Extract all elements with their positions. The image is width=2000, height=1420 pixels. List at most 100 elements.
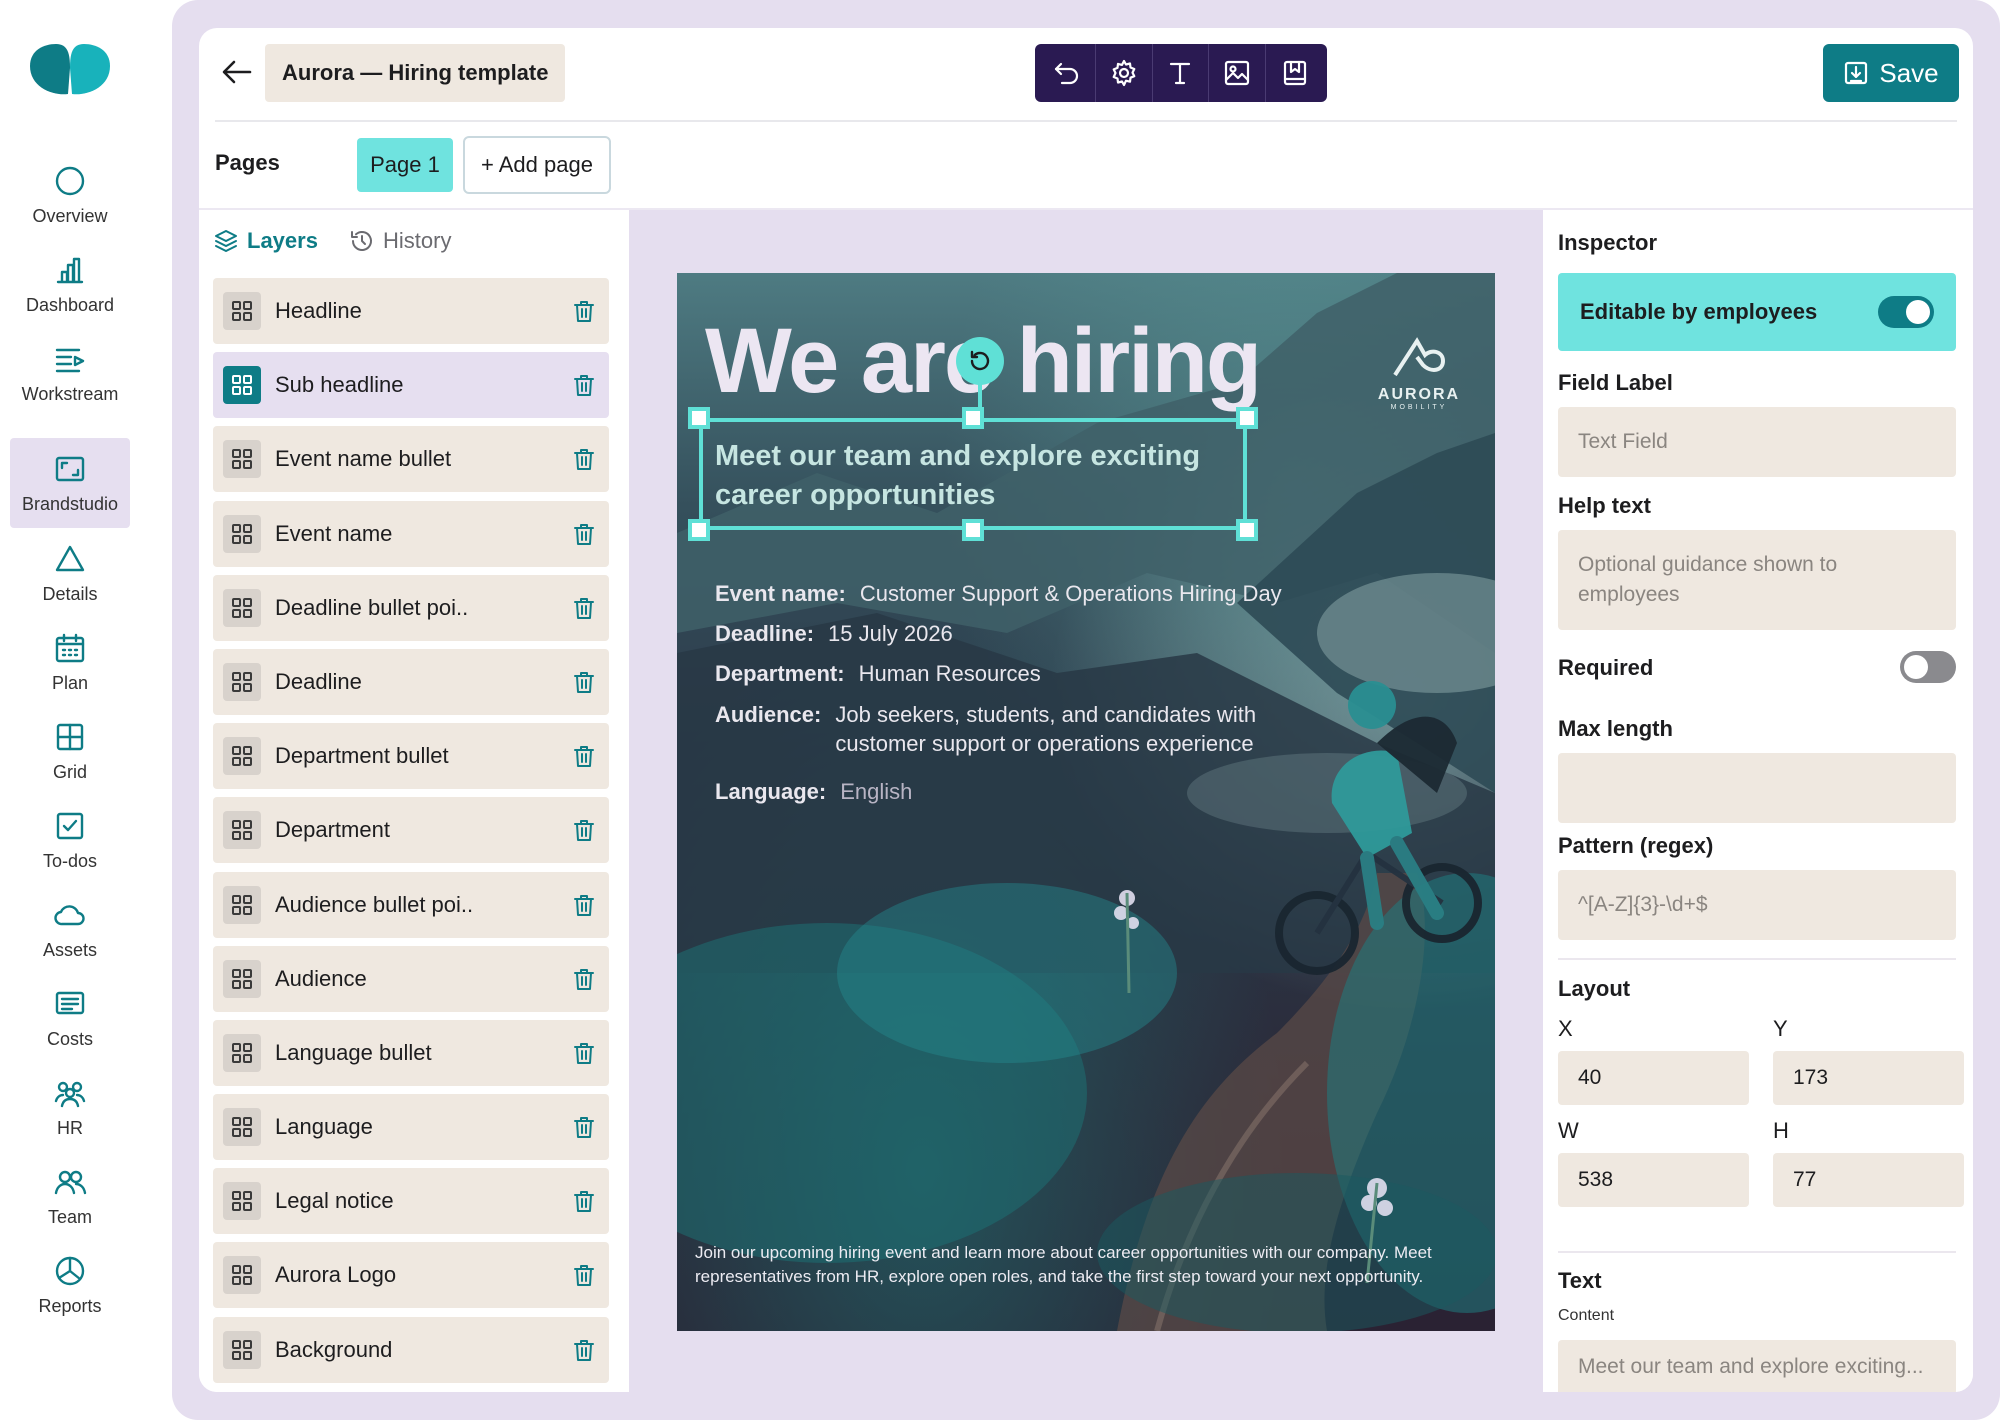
layer-item[interactable]: Headline bbox=[213, 278, 609, 344]
arrow-left-icon bbox=[222, 60, 252, 84]
brand-kit-button[interactable] bbox=[1266, 44, 1323, 102]
x-input[interactable]: 40 bbox=[1558, 1051, 1749, 1105]
trash-icon bbox=[574, 671, 594, 693]
poster-audience-row[interactable]: Audience: Job seekers, students, and cand… bbox=[715, 700, 1275, 758]
template-title[interactable]: Aurora — Hiring template bbox=[265, 44, 566, 102]
y-input[interactable]: 173 bbox=[1773, 1051, 1964, 1105]
nav-workstream[interactable]: Workstream bbox=[10, 328, 130, 418]
aurora-logo[interactable]: AURORA MOBILITY bbox=[1369, 335, 1469, 411]
inspector-title: Inspector bbox=[1558, 230, 1658, 255]
layer-item[interactable]: Legal notice bbox=[213, 1168, 609, 1235]
delete-layer-button[interactable] bbox=[569, 667, 599, 697]
rotate-handle[interactable] bbox=[956, 337, 1004, 385]
poster-language-row[interactable]: Language: English bbox=[715, 777, 912, 806]
poster-department-row[interactable]: Department: Human Resources bbox=[715, 659, 1041, 688]
pattern-input[interactable]: ^[A-Z]{3}-\d+$ bbox=[1558, 870, 1956, 940]
delete-layer-button[interactable] bbox=[569, 1260, 599, 1290]
nav-hr[interactable]: HR bbox=[10, 1062, 130, 1152]
delete-layer-button[interactable] bbox=[569, 1112, 599, 1142]
layer-type-icon bbox=[223, 1033, 261, 1072]
layer-item[interactable]: Deadline bullet poi.. bbox=[213, 574, 609, 641]
field-label-title: Field Label bbox=[1558, 370, 1673, 395]
layer-item[interactable]: Language bbox=[213, 1094, 609, 1161]
delete-layer-button[interactable] bbox=[569, 1186, 599, 1216]
h-input[interactable]: 77 bbox=[1773, 1153, 1964, 1207]
resize-handle-bottom[interactable] bbox=[962, 519, 984, 541]
resize-handle-bottom-left[interactable] bbox=[688, 519, 710, 541]
delete-layer-button[interactable] bbox=[569, 444, 599, 474]
resize-handle-top[interactable] bbox=[962, 407, 984, 429]
tab-history[interactable]: History bbox=[349, 228, 451, 254]
image-tool-button[interactable] bbox=[1209, 44, 1267, 102]
tab-layers[interactable]: Layers bbox=[213, 228, 318, 254]
nav-label: To-dos bbox=[42, 850, 98, 871]
event-name-bullet: Event name: bbox=[715, 581, 846, 606]
save-button[interactable]: Save bbox=[1823, 44, 1959, 102]
nav-reports[interactable]: Reports bbox=[10, 1240, 130, 1330]
back-button[interactable] bbox=[217, 52, 257, 92]
nav-overview[interactable]: Overview bbox=[10, 150, 130, 240]
delete-layer-button[interactable] bbox=[569, 890, 599, 920]
delete-layer-button[interactable] bbox=[569, 741, 599, 771]
delete-layer-button[interactable] bbox=[569, 593, 599, 623]
poster-deadline-row[interactable]: Deadline: 15 July 2026 bbox=[715, 619, 953, 648]
undo-button[interactable] bbox=[1039, 44, 1096, 102]
nav-label: Reports bbox=[38, 1295, 102, 1316]
pie-icon bbox=[55, 1256, 85, 1285]
delete-layer-button[interactable] bbox=[569, 519, 599, 549]
delete-layer-button[interactable] bbox=[569, 370, 599, 400]
layer-item[interactable]: Department bbox=[213, 797, 609, 864]
help-text-input[interactable]: Optional guidance shown to employees bbox=[1558, 530, 1956, 630]
w-label: W bbox=[1558, 1118, 1579, 1143]
trash-icon bbox=[574, 597, 594, 619]
layer-item[interactable]: Department bullet bbox=[213, 723, 609, 790]
layer-item[interactable]: Sub headline bbox=[213, 352, 609, 419]
layer-item[interactable]: Audience bullet poi.. bbox=[213, 871, 609, 938]
nav-details[interactable]: Details bbox=[10, 528, 130, 618]
nav-grid[interactable]: Grid bbox=[10, 706, 130, 796]
resize-handle-top-left[interactable] bbox=[688, 407, 710, 429]
resize-handle-bottom-right[interactable] bbox=[1236, 519, 1258, 541]
trash-icon bbox=[574, 1042, 594, 1064]
layer-item[interactable]: Event name bullet bbox=[213, 426, 609, 493]
editable-toggle[interactable] bbox=[1878, 296, 1934, 328]
workstream-icon bbox=[55, 348, 85, 372]
layer-item[interactable]: Audience bbox=[213, 945, 609, 1012]
layer-name: Aurora Logo bbox=[275, 1262, 397, 1288]
field-label-input[interactable]: Text Field bbox=[1558, 407, 1956, 477]
add-page-button[interactable]: + Add page bbox=[463, 136, 611, 194]
delete-layer-button[interactable] bbox=[569, 296, 599, 326]
settings-button[interactable] bbox=[1096, 44, 1153, 102]
delete-layer-button[interactable] bbox=[569, 1335, 599, 1365]
page-tab-1[interactable]: Page 1 bbox=[357, 138, 453, 192]
required-toggle[interactable] bbox=[1900, 651, 1956, 683]
resize-handle-top-right[interactable] bbox=[1236, 407, 1258, 429]
delete-layer-button[interactable] bbox=[569, 1038, 599, 1068]
delete-layer-button[interactable] bbox=[569, 964, 599, 994]
nav-costs[interactable]: Costs bbox=[10, 973, 130, 1063]
layer-name: Headline bbox=[275, 298, 362, 323]
nav-dashboard[interactable]: Dashboard bbox=[10, 239, 130, 329]
layer-item[interactable]: Language bullet bbox=[213, 1019, 609, 1086]
content-input[interactable]: Meet our team and explore exciting... bbox=[1558, 1340, 1956, 1392]
layer-item[interactable]: Background bbox=[213, 1316, 609, 1383]
delete-layer-button[interactable] bbox=[569, 815, 599, 845]
selection-box bbox=[699, 418, 1247, 530]
layer-item[interactable]: Aurora Logo bbox=[213, 1242, 609, 1309]
nav-todos[interactable]: To-dos bbox=[10, 795, 130, 885]
max-length-input[interactable] bbox=[1558, 753, 1956, 823]
nav-brandstudio[interactable]: Brandstudio bbox=[10, 438, 130, 528]
layers-icon bbox=[215, 230, 237, 252]
layer-name: Department bullet bbox=[275, 743, 449, 769]
nav-assets[interactable]: Assets bbox=[10, 884, 130, 974]
text-tool-button[interactable] bbox=[1153, 44, 1210, 102]
legal-notice[interactable]: Join our upcoming hiring event and learn… bbox=[695, 1241, 1455, 1289]
poster-canvas[interactable]: We are hiring AURORA MOBILITY Meet our t… bbox=[677, 273, 1495, 1331]
layer-item[interactable]: Deadline bbox=[213, 648, 609, 715]
layout-divider bbox=[1558, 958, 1956, 960]
w-input[interactable]: 538 bbox=[1558, 1153, 1749, 1207]
nav-team[interactable]: Team bbox=[10, 1151, 130, 1241]
layer-item[interactable]: Event name bbox=[213, 500, 609, 567]
poster-event-row[interactable]: Event name: Customer Support & Operations… bbox=[715, 579, 1282, 608]
nav-plan[interactable]: Plan bbox=[10, 617, 130, 707]
